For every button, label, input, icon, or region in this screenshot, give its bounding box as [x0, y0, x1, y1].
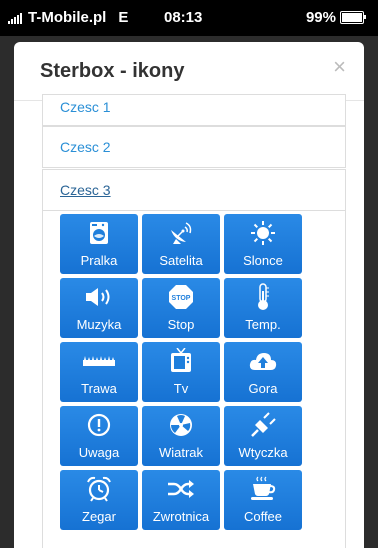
tile-zwrotnica[interactable]: Zwrotnica	[142, 470, 220, 530]
battery-icon	[340, 11, 366, 24]
tile-label: Wtyczka	[238, 445, 288, 460]
section-panel-2: Czesc 2	[42, 126, 346, 168]
speaker-icon	[60, 284, 138, 310]
carrier-name: T-Mobile.pl	[28, 9, 107, 26]
tile-label: Gora	[248, 381, 278, 396]
modal-title: Sterbox - ikony	[40, 60, 185, 82]
clock: 08:13	[164, 9, 203, 26]
tile-zegar[interactable]: Zegar	[60, 470, 138, 530]
tile-label: Slonce	[243, 253, 283, 268]
network-type: E	[118, 9, 129, 26]
tile-label: Coffee	[243, 509, 283, 524]
satellite-dish-icon	[142, 220, 220, 246]
tile-label: Zegar	[82, 509, 116, 524]
warning-icon	[60, 412, 138, 438]
tile-label: Stop	[167, 317, 195, 332]
sun-icon	[224, 220, 302, 246]
tile-label: Zwrotnica	[152, 509, 210, 524]
shuffle-icon	[142, 476, 220, 502]
cloud-upload-icon	[224, 348, 302, 374]
tile-trawa[interactable]: Trawa	[60, 342, 138, 402]
plug-icon	[224, 412, 302, 438]
tile-label: Uwaga	[78, 445, 120, 460]
status-bar: T-Mobile.pl E 08:13 99%	[0, 0, 378, 36]
tile-muzyka[interactable]: Muzyka	[60, 278, 138, 338]
status-left: T-Mobile.pl E	[8, 9, 128, 26]
tile-uwaga[interactable]: Uwaga	[60, 406, 138, 466]
tile-label: Wiatrak	[158, 445, 204, 460]
status-right: 99%	[305, 9, 366, 26]
battery-percent: 99%	[305, 9, 336, 26]
signal-strength-icon	[8, 12, 22, 24]
stop-sign-icon: STOP	[142, 284, 220, 310]
modal-dialog: Sterbox - ikony × Czesc 1 Czesc 2 Czesc …	[14, 42, 364, 548]
tile-tv[interactable]: Tv	[142, 342, 220, 402]
icon-grid: Pralka Satelita Slonce Muzyka STOP Stop	[60, 214, 302, 530]
close-button[interactable]: ×	[333, 56, 346, 78]
tile-coffee[interactable]: Coffee	[224, 470, 302, 530]
thermometer-icon	[224, 283, 302, 310]
section-link-3[interactable]: Czesc 3	[43, 170, 345, 210]
stop-sign-text: STOP	[172, 295, 191, 302]
section-link-2[interactable]: Czesc 2	[43, 127, 345, 167]
alarm-clock-icon	[60, 476, 138, 502]
tile-temp[interactable]: Temp.	[224, 278, 302, 338]
tile-satelita[interactable]: Satelita	[142, 214, 220, 274]
grass-icon	[60, 348, 138, 374]
tile-wiatrak[interactable]: Wiatrak	[142, 406, 220, 466]
tv-icon	[142, 348, 220, 374]
tile-label: Muzyka	[76, 317, 122, 332]
tile-label: Temp.	[245, 317, 281, 332]
tile-label: Satelita	[159, 253, 203, 268]
fan-icon	[142, 412, 220, 438]
modal-header: Sterbox - ikony ×	[14, 42, 364, 101]
section-panel-1: Czesc 1	[42, 94, 346, 126]
tile-label: Pralka	[80, 253, 118, 268]
tile-stop[interactable]: STOP Stop	[142, 278, 220, 338]
tile-pralka[interactable]: Pralka	[60, 214, 138, 274]
section-link-1[interactable]: Czesc 1	[43, 95, 345, 117]
tile-slonce[interactable]: Slonce	[224, 214, 302, 274]
section-divider	[43, 210, 345, 211]
tile-wtyczka[interactable]: Wtyczka	[224, 406, 302, 466]
washing-machine-icon	[60, 220, 138, 246]
coffee-cup-icon	[224, 476, 302, 502]
tile-gora[interactable]: Gora	[224, 342, 302, 402]
tile-label: Tv	[173, 381, 189, 396]
tile-label: Trawa	[81, 381, 117, 396]
